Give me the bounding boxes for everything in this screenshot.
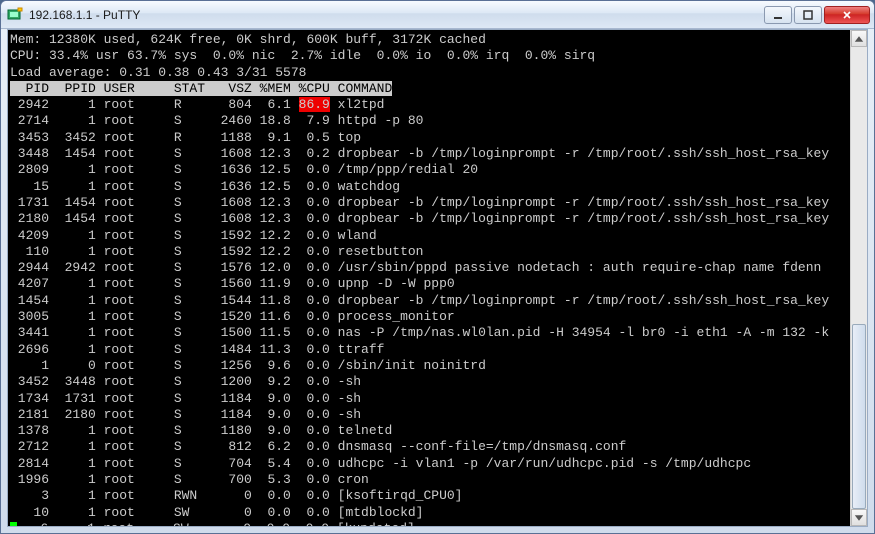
terminal-content: Mem: 12380K used, 624K free, 0K shrd, 60… [10,32,849,524]
scroll-track[interactable] [851,47,867,509]
titlebar[interactable]: 192.168.1.1 - PuTTY [1,1,874,29]
scrollbar[interactable] [850,30,867,526]
minimize-button[interactable] [764,6,792,24]
maximize-button[interactable] [794,6,822,24]
scroll-up-button[interactable] [851,30,867,47]
window-title: 192.168.1.1 - PuTTY [29,8,764,22]
close-button[interactable] [824,6,870,24]
putty-window: 192.168.1.1 - PuTTY Mem: 12380K used, 62… [0,0,875,534]
terminal[interactable]: Mem: 12380K used, 624K free, 0K shrd, 60… [7,29,868,527]
scroll-thumb[interactable] [852,324,866,509]
scroll-down-button[interactable] [851,509,867,526]
putty-icon [7,7,23,23]
window-controls [764,6,870,24]
